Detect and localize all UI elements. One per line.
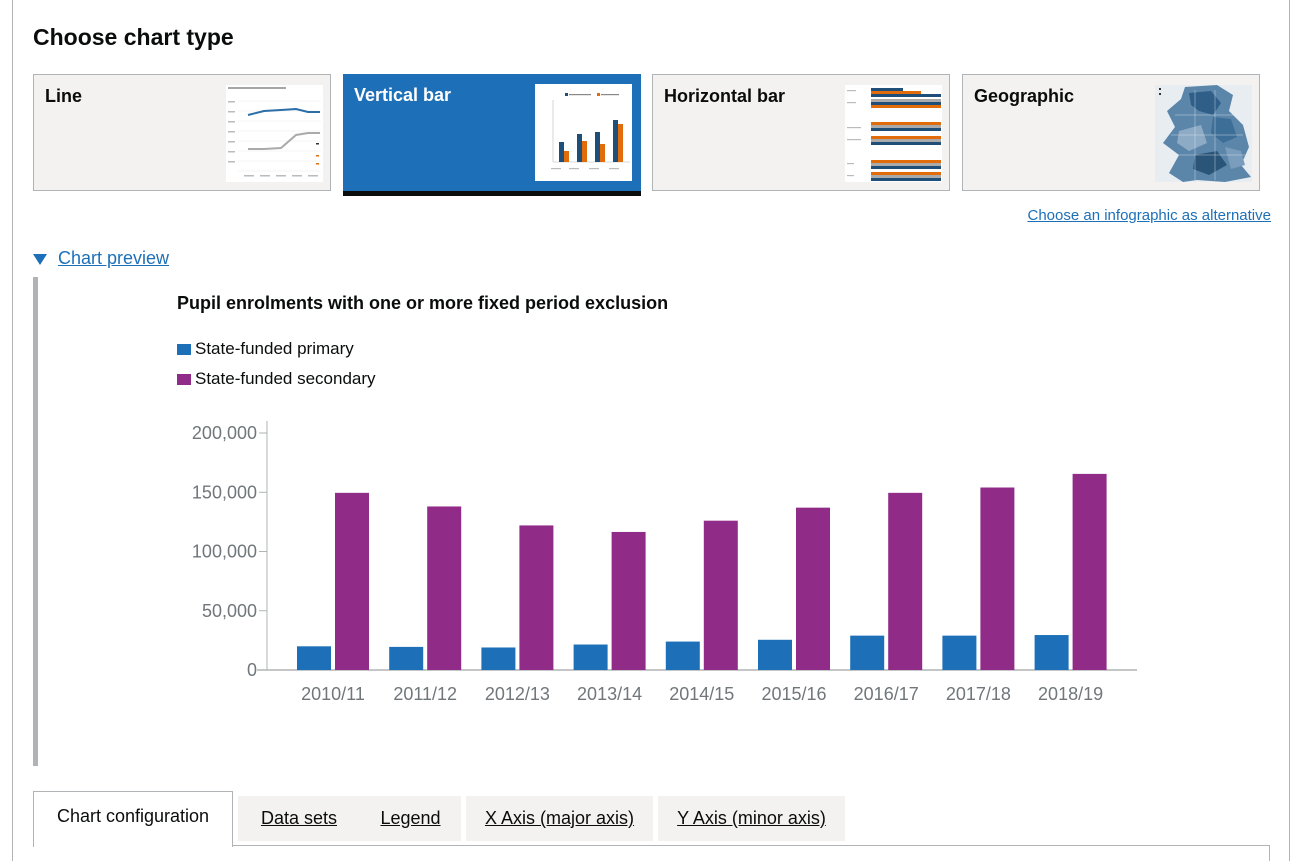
- bar-primary: [481, 647, 516, 670]
- chart-type-label: Vertical bar: [354, 85, 452, 105]
- legend-swatch-primary: [177, 343, 191, 355]
- x-tick-label: 2011/12: [393, 684, 457, 704]
- y-tick-label: 200,000: [192, 423, 257, 443]
- x-tick-label: 2016/17: [854, 684, 919, 704]
- bar-primary: [942, 635, 977, 670]
- legend-label: State-funded secondary: [195, 369, 376, 388]
- bar-secondary: [703, 520, 738, 670]
- tab-legend[interactable]: Legend: [360, 796, 461, 841]
- infographic-alternative-link[interactable]: Choose an infographic as alternative: [1028, 207, 1272, 224]
- chart-type-vertical-bar[interactable]: Vertical bar: [343, 74, 641, 196]
- bar-chart: 0 50,000 100,000 150,000 200,000 2010/11 2011/…: [192, 421, 1137, 704]
- vertical-bar-chart-thumbnail-icon: [535, 84, 632, 181]
- bar-secondary: [1072, 473, 1107, 670]
- bar-secondary: [980, 487, 1015, 670]
- horizontal-bar-chart-thumbnail-icon: [845, 85, 942, 182]
- x-tick-label: 2018/19: [1038, 684, 1103, 704]
- legend-item-primary: State-funded primary: [177, 339, 354, 359]
- y-tick-label: 150,000: [192, 482, 257, 502]
- bar-primary: [850, 635, 885, 670]
- legend-label: State-funded primary: [195, 339, 354, 358]
- bar-secondary: [427, 506, 462, 670]
- triangle-down-icon: [33, 253, 47, 265]
- chart-type-label: Horizontal bar: [664, 86, 786, 106]
- tab-y-axis[interactable]: Y Axis (minor axis): [658, 796, 845, 841]
- bar-secondary: [335, 492, 369, 670]
- bar-primary: [297, 646, 331, 670]
- chart-title: Pupil enrolments with one or more fixed …: [177, 293, 669, 313]
- x-tick-label: 2013/14: [577, 684, 642, 704]
- tab-data-sets[interactable]: Data sets: [238, 796, 360, 841]
- chart-type-label: Geographic: [974, 86, 1075, 106]
- y-tick-label: 0: [247, 660, 257, 680]
- bar-secondary: [796, 507, 830, 670]
- chart-type-line[interactable]: Line: [33, 74, 331, 191]
- tab-panel-border-right: [1269, 845, 1270, 861]
- bar-primary: [1034, 635, 1069, 670]
- page-title: Choose chart type: [33, 24, 234, 50]
- tab-x-axis[interactable]: X Axis (major axis): [466, 796, 653, 841]
- chart-type-horizontal-bar[interactable]: Horizontal bar: [652, 74, 950, 191]
- y-tick-label: 50,000: [202, 601, 257, 621]
- chart-type-label: Line: [45, 86, 83, 106]
- details-border: [33, 277, 38, 766]
- bar-secondary: [888, 492, 923, 670]
- bar-primary: [573, 644, 608, 670]
- legend-item-secondary: State-funded secondary: [177, 369, 376, 389]
- x-tick-label: 2014/15: [669, 684, 734, 704]
- bar-secondary: [519, 525, 554, 670]
- y-tick-label: 100,000: [192, 542, 257, 562]
- chart-preview-label: Chart preview: [58, 248, 170, 268]
- x-tick-label: 2012/13: [485, 684, 550, 704]
- bar-primary: [665, 641, 700, 670]
- geographic-map-thumbnail-icon: [1155, 85, 1252, 182]
- chart-type-geographic[interactable]: Geographic: [962, 74, 1260, 191]
- x-tick-label: 2015/16: [761, 684, 826, 704]
- bar-secondary: [611, 531, 646, 670]
- bar-primary: [389, 646, 424, 670]
- x-tick-label: 2010/11: [301, 684, 365, 704]
- chart-preview-toggle[interactable]: Chart preview: [33, 248, 169, 269]
- x-tick-label: 2017/18: [946, 684, 1011, 704]
- tab-chart-configuration[interactable]: Chart configuration: [33, 791, 233, 847]
- legend-swatch-secondary: [177, 373, 191, 385]
- line-chart-thumbnail-icon: [226, 85, 323, 182]
- tab-panel-border: [232, 845, 1270, 846]
- bar-primary: [758, 639, 792, 670]
